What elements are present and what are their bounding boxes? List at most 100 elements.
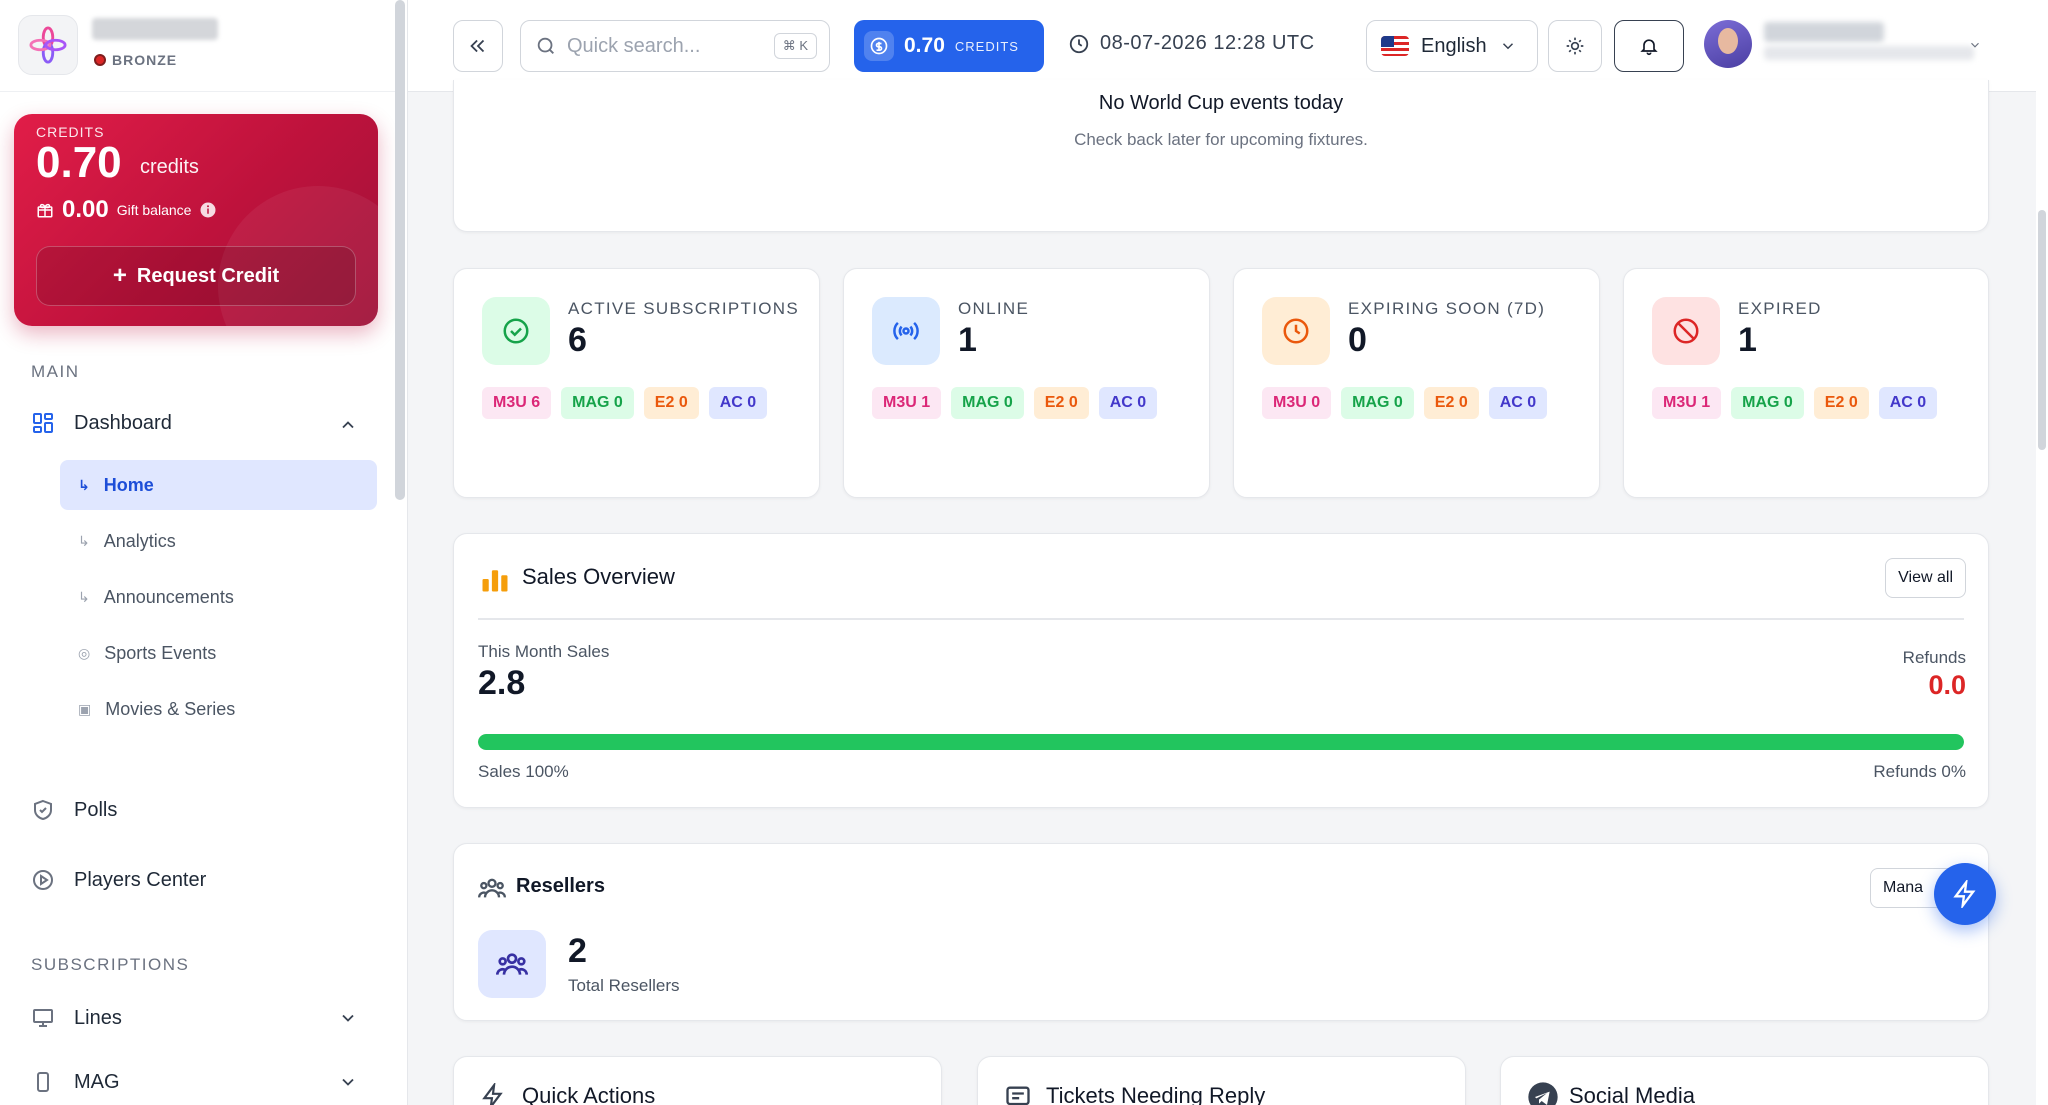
- sidebar-item-analytics[interactable]: ↳ Analytics: [60, 516, 377, 566]
- search-placeholder: Quick search...: [567, 34, 701, 57]
- main-scroll-thumb[interactable]: [2038, 210, 2046, 450]
- app: BRONZE CREDITS 0.70 credits 0.00 Gift ba…: [0, 0, 2048, 1105]
- nav-mag[interactable]: MAG: [30, 1069, 120, 1095]
- chevron-up-icon[interactable]: [338, 415, 358, 435]
- tag-e2: E2 0: [1423, 387, 1479, 419]
- stat-label: ACTIVE SUBSCRIPTIONS: [568, 299, 799, 318]
- request-credit-button[interactable]: + Request Credit: [36, 246, 356, 306]
- nav-lines[interactable]: Lines: [30, 1005, 122, 1031]
- tag-mag: MAG 0: [1341, 387, 1414, 419]
- stat-card-online[interactable]: ONLINE 1 M3U 1 MAG 0 E2 0 AC 0: [843, 268, 1210, 498]
- world-cup-subtitle: Check back later for upcoming fixtures.: [1074, 130, 1368, 149]
- bar-chart-icon: [482, 570, 508, 592]
- sun-icon: [1566, 37, 1584, 55]
- month-sales-label: This Month Sales: [478, 642, 610, 661]
- tier-badge: BRONZE: [94, 52, 177, 68]
- user-avatar[interactable]: [1704, 20, 1752, 68]
- chevron-down-icon[interactable]: [1968, 38, 1982, 52]
- theme-toggle-button[interactable]: [1548, 20, 1602, 72]
- divider: [478, 618, 1964, 620]
- quick-actions-card: Quick Actions: [453, 1056, 942, 1105]
- us-flag-icon: [1381, 36, 1409, 56]
- nav-lines-label: Lines: [74, 1006, 122, 1029]
- language-label: English: [1421, 34, 1487, 57]
- tag-group: M3U 6 MAG 0 E2 0 AC 0: [482, 387, 802, 419]
- shield-check-icon: [30, 797, 56, 823]
- lightning-icon: [482, 1083, 503, 1105]
- refunds-label: Refunds: [1902, 648, 1966, 667]
- stat-label: ONLINE: [958, 299, 1030, 318]
- resellers-icon-box: [478, 930, 546, 998]
- sidebar-item-home[interactable]: ↳ Home: [60, 460, 377, 510]
- refunds-percent-label: Refunds 0%: [1873, 762, 1966, 781]
- sidebar-item-label: Analytics: [103, 530, 176, 551]
- search-shortcut: ⌘ K: [773, 33, 817, 59]
- sidebar-item-movies-series[interactable]: ▣ Movies & Series: [60, 684, 377, 734]
- social-media-card: Social Media: [1500, 1056, 1989, 1105]
- tag-m3u: M3U 6: [482, 387, 552, 419]
- section-title-main: MAIN: [31, 362, 80, 381]
- language-select[interactable]: English: [1366, 20, 1538, 72]
- stat-value: 0: [1348, 321, 1367, 359]
- nav-dashboard[interactable]: Dashboard: [30, 410, 172, 436]
- tier-label: BRONZE: [112, 52, 178, 68]
- view-all-button[interactable]: View all: [1885, 558, 1966, 598]
- main-scrollbar[interactable]: [2036, 0, 2048, 1105]
- request-credit-label: Request Credit: [136, 264, 280, 287]
- stat-value: 1: [958, 321, 977, 359]
- info-icon: [200, 202, 216, 218]
- stat-card-expiring[interactable]: EXPIRING SOON (7D) 0 M3U 0 MAG 0 E2 0 AC…: [1233, 268, 1600, 498]
- credits-pill-button[interactable]: 0.70 CREDITS: [854, 20, 1044, 72]
- header-credits-label: CREDITS: [954, 38, 1019, 54]
- nav-players-center[interactable]: Players Center: [30, 867, 206, 893]
- plus-icon: +: [112, 262, 127, 289]
- double-chevron-left-icon: [470, 39, 485, 53]
- stat-card-expired[interactable]: EXPIRED 1 M3U 1 MAG 0 E2 0 AC 0: [1623, 268, 1989, 498]
- resellers-title: Resellers: [516, 875, 605, 897]
- credit-amount: 0.70: [36, 138, 122, 187]
- nav-polls[interactable]: Polls: [30, 797, 117, 823]
- subitem-arrow-icon: ↳: [78, 476, 90, 493]
- collapse-sidebar-button[interactable]: [453, 20, 503, 72]
- resellers-card: Resellers Mana 2 Total Resellers: [453, 843, 1989, 1021]
- sales-overview-title: Sales Overview: [522, 564, 675, 589]
- tag-group: M3U 1 MAG 0 E2 0 AC 0: [1652, 387, 1972, 419]
- tag-e2: E2 0: [643, 387, 699, 419]
- dashboard-grid-icon: [30, 410, 56, 436]
- chevron-down-icon[interactable]: [338, 1008, 358, 1028]
- quick-search-input[interactable]: Quick search... ⌘ K: [520, 20, 830, 72]
- sidebar-item-announcements[interactable]: ↳ Announcements: [60, 572, 377, 622]
- month-sales-value: 2.8: [478, 664, 526, 702]
- sidebar-item-sports-events[interactable]: ◎ Sports Events: [60, 628, 377, 678]
- stat-label: EXPIRING SOON (7D): [1348, 299, 1546, 318]
- clock-icon: [1069, 34, 1089, 53]
- coin-icon: [864, 31, 894, 61]
- sidebar-item-label: Sports Events: [104, 642, 217, 663]
- tag-e2: E2 0: [1033, 387, 1089, 419]
- gift-balance: 0.00 Gift balance: [36, 196, 217, 224]
- credit-card: CREDITS 0.70 credits 0.00 Gift balance +…: [14, 114, 378, 326]
- sales-progress-bar: [478, 734, 1964, 750]
- tag-m3u: M3U 0: [1262, 387, 1332, 419]
- nav-players-label: Players Center: [74, 868, 207, 891]
- user-email-blurred: [1764, 46, 1974, 60]
- gift-amount: 0.00: [62, 196, 109, 223]
- sales-overview-card: Sales Overview View all This Month Sales…: [453, 533, 1989, 808]
- tag-m3u: M3U 1: [872, 387, 942, 419]
- sidebar-scrollbar[interactable]: [395, 0, 405, 500]
- stat-card-active[interactable]: ACTIVE SUBSCRIPTIONS 6 M3U 6 MAG 0 E2 0 …: [453, 268, 820, 498]
- sidebar-item-label: Movies & Series: [105, 698, 236, 719]
- tag-mag: MAG 0: [1731, 387, 1804, 419]
- sales-percent-label: Sales 100%: [478, 762, 569, 781]
- search-icon: [537, 37, 554, 54]
- quick-action-fab[interactable]: [1934, 863, 1996, 925]
- world-cup-card: No World Cup events today Check back lat…: [453, 80, 1989, 232]
- film-icon: ▣: [78, 700, 92, 717]
- brand-logo[interactable]: [18, 15, 78, 75]
- tag-m3u: M3U 1: [1652, 387, 1722, 419]
- chevron-down-icon[interactable]: [338, 1072, 358, 1092]
- ball-icon: ◎: [78, 644, 91, 661]
- notifications-button[interactable]: [1614, 20, 1684, 72]
- subitem-arrow-icon: ↳: [78, 588, 90, 605]
- tag-group: M3U 0 MAG 0 E2 0 AC 0: [1262, 387, 1582, 419]
